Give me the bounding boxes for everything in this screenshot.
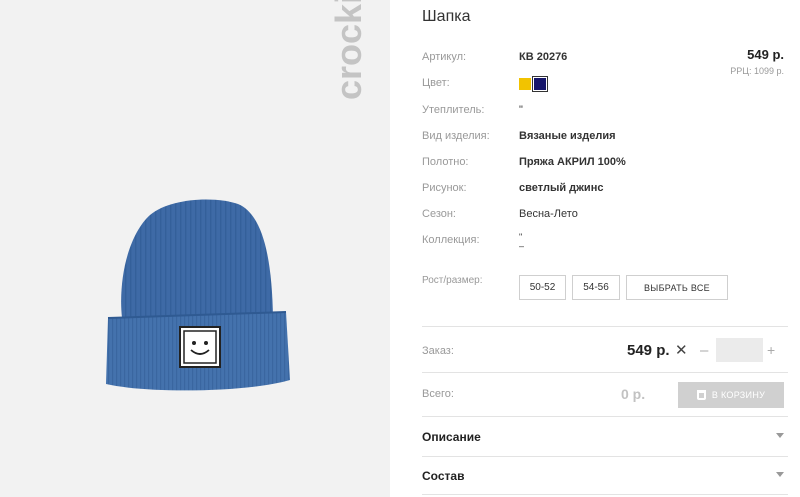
product-title: Шапка bbox=[422, 8, 471, 25]
attr-value: Вязаные изделия bbox=[519, 130, 616, 142]
add-to-cart-label: В КОРЗИНУ bbox=[711, 390, 766, 400]
attr-label: Коллекция: bbox=[422, 234, 480, 246]
collection-value-line2: – bbox=[519, 241, 525, 251]
times-icon: ✕ bbox=[675, 342, 688, 359]
divider bbox=[422, 456, 788, 457]
add-to-cart-button[interactable]: В КОРЗИНУ bbox=[678, 382, 784, 408]
shopping-bag-icon bbox=[696, 390, 706, 400]
attr-label: Цвет: bbox=[422, 77, 450, 89]
attr-color: Цвет: bbox=[422, 77, 788, 97]
attr-value: светлый джинс bbox=[519, 182, 604, 194]
attr-label: Артикул: bbox=[422, 51, 467, 63]
attr-label: Рисунок: bbox=[422, 182, 467, 194]
chevron-down-icon bbox=[776, 472, 784, 477]
order-row: Заказ: 549 р. ✕ – + bbox=[422, 336, 788, 366]
collection-value: " – bbox=[519, 233, 524, 251]
attr-value: Пряжа АКРИЛ 100% bbox=[519, 156, 626, 168]
attr-collection: Коллекция: bbox=[422, 234, 788, 254]
attr-type: Вид изделия: Вязаные изделия bbox=[422, 130, 788, 150]
quantity-input[interactable] bbox=[716, 338, 763, 362]
size-label: Рост/размер: bbox=[422, 275, 483, 286]
attr-value: " bbox=[519, 104, 523, 116]
accordion-label: Состав bbox=[422, 469, 465, 483]
attr-label: Полотно: bbox=[422, 156, 469, 168]
divider bbox=[422, 372, 788, 373]
size-selector: Рост/размер: 50-52 54-56 ВЫБРАТЬ ВСЕ bbox=[422, 273, 788, 303]
attr-fabric: Полотно: Пряжа АКРИЛ 100% bbox=[422, 156, 788, 176]
color-swatch-yellow[interactable] bbox=[519, 78, 531, 90]
attr-label: Утеплитель: bbox=[422, 104, 485, 116]
product-photo: crockid bbox=[0, 0, 390, 497]
product-info: Шапка 549 р. РРЦ: 1099 р. Артикул: КВ 20… bbox=[422, 0, 788, 497]
divider bbox=[422, 326, 788, 327]
divider bbox=[422, 416, 788, 417]
attr-value: КВ 20276 bbox=[519, 51, 568, 63]
beanie-image bbox=[106, 199, 290, 391]
increase-quantity-button[interactable]: + bbox=[767, 342, 775, 358]
attr-label: Вид изделия: bbox=[422, 130, 490, 142]
size-option-50-52[interactable]: 50-52 bbox=[519, 275, 566, 300]
attr-label: Сезон: bbox=[422, 208, 456, 220]
accordion-description[interactable]: Описание bbox=[422, 430, 788, 450]
decrease-quantity-button[interactable]: – bbox=[700, 342, 708, 359]
attr-article: Артикул: КВ 20276 bbox=[422, 51, 788, 71]
color-swatches bbox=[519, 76, 548, 92]
accordion-composition[interactable]: Состав bbox=[422, 469, 788, 489]
total-row: Всего: 0 р. В КОРЗИНУ bbox=[422, 382, 788, 412]
order-price: 549 р. bbox=[627, 342, 670, 359]
size-option-54-56[interactable]: 54-56 bbox=[572, 275, 620, 300]
total-label: Всего: bbox=[422, 388, 454, 400]
attr-value: Весна-Лето bbox=[519, 208, 578, 220]
attr-season: Сезон: Весна-Лето bbox=[422, 208, 788, 228]
divider bbox=[422, 494, 788, 495]
order-label: Заказ: bbox=[422, 345, 454, 357]
color-swatch-navy[interactable] bbox=[532, 76, 548, 92]
total-value: 0 р. bbox=[621, 386, 646, 402]
attr-insulation: Утеплитель: " bbox=[422, 104, 788, 124]
chevron-down-icon bbox=[776, 433, 784, 438]
attr-pattern: Рисунок: светлый джинс bbox=[422, 182, 788, 202]
accordion-label: Описание bbox=[422, 430, 481, 444]
select-all-sizes-button[interactable]: ВЫБРАТЬ ВСЕ bbox=[626, 275, 728, 300]
